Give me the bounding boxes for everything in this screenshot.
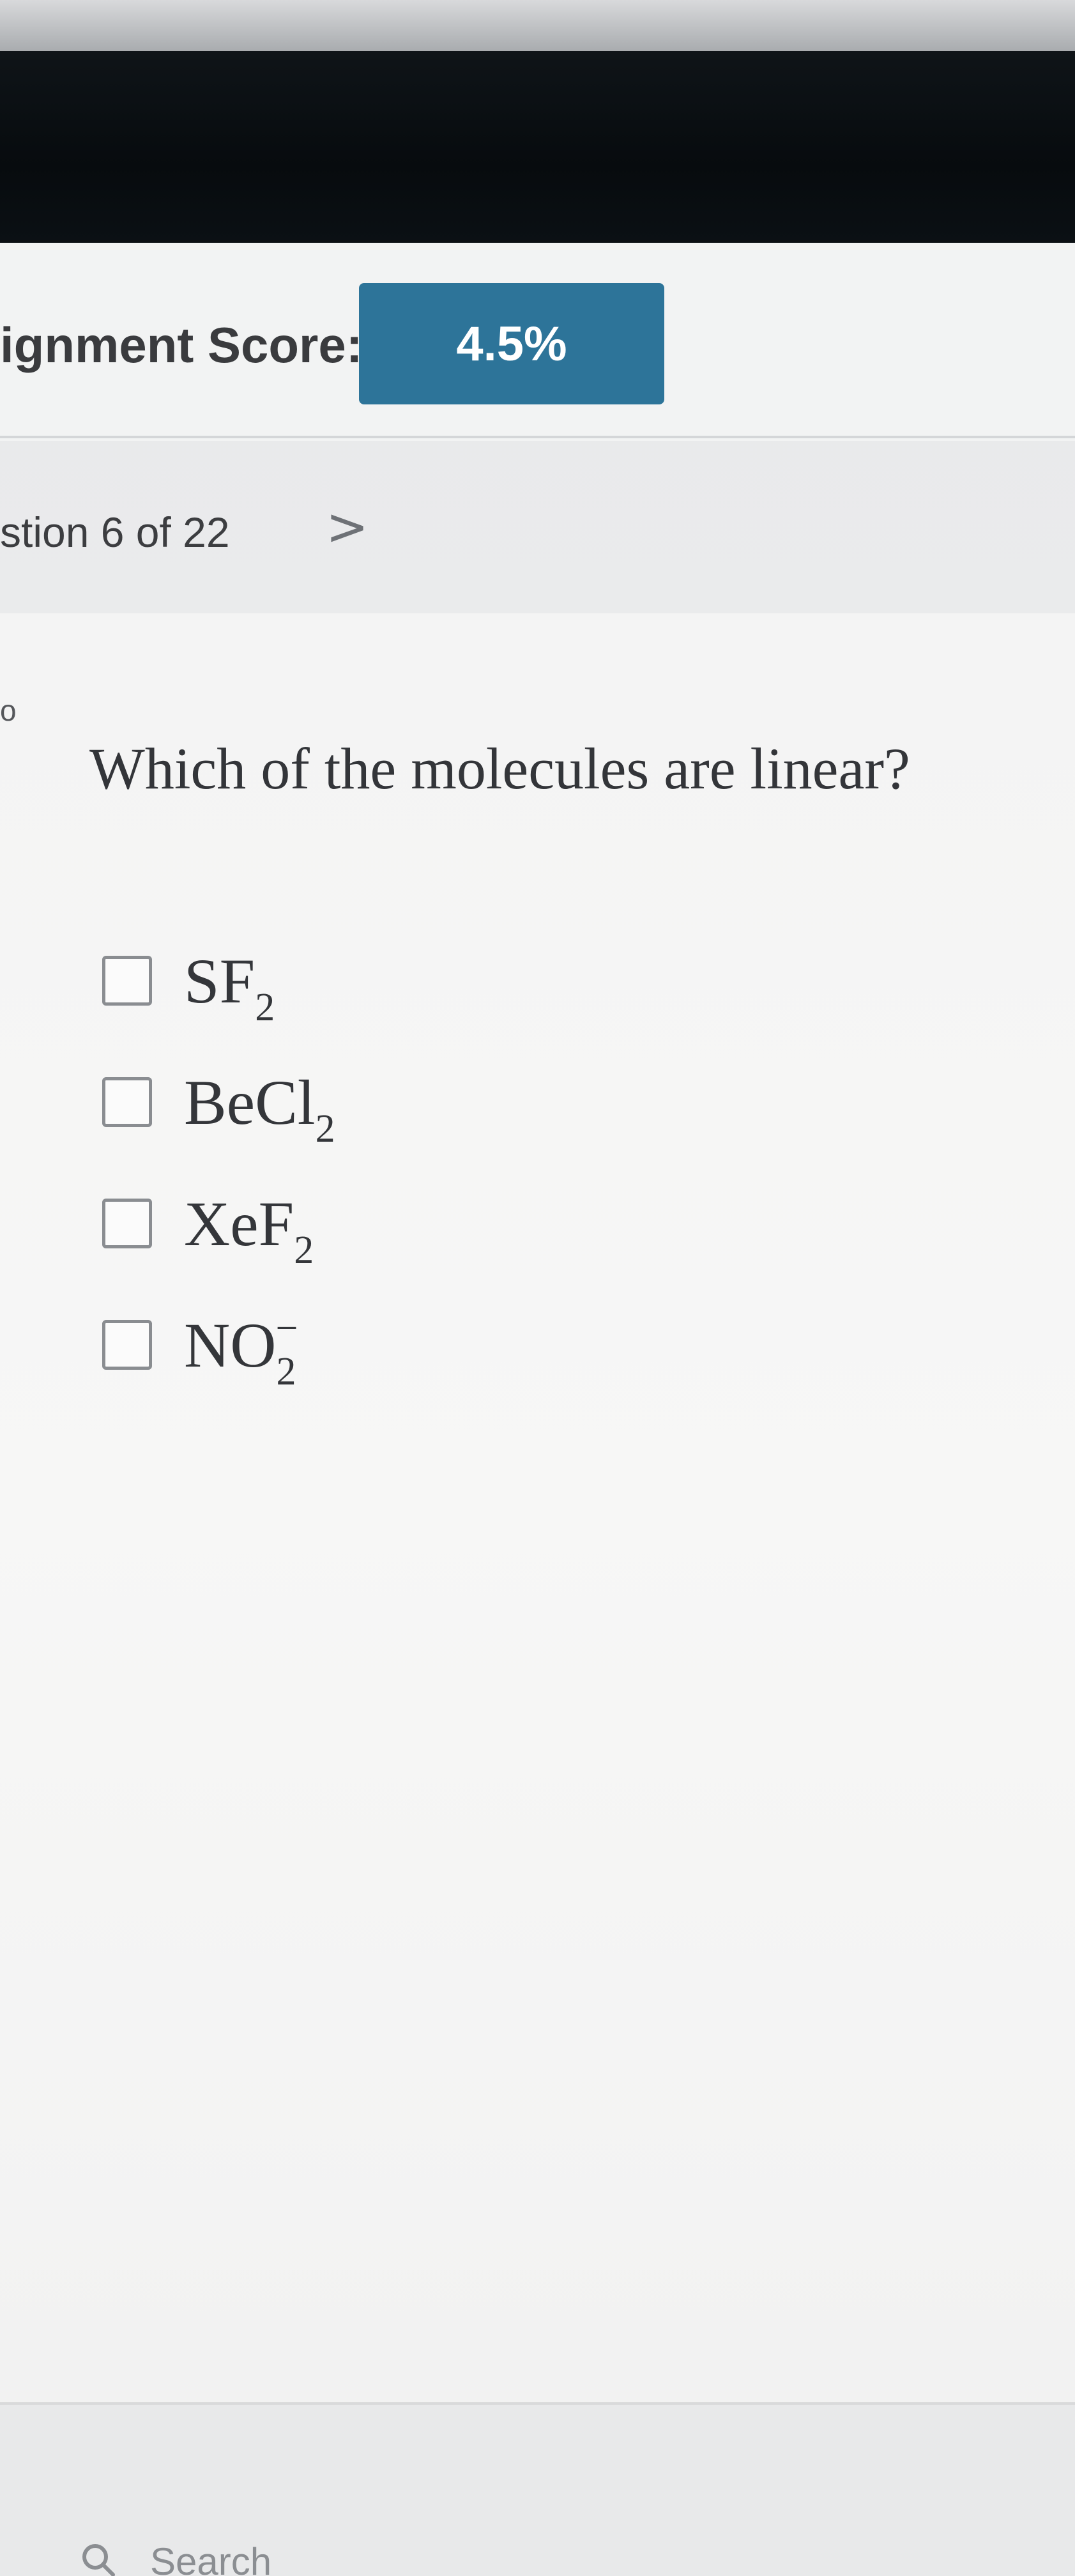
- assignment-score-label: ignment Score:: [0, 317, 363, 373]
- option-xef2[interactable]: XeF2: [102, 1163, 335, 1284]
- search-icon[interactable]: [80, 2542, 116, 2576]
- option-checkbox[interactable]: [102, 1077, 152, 1127]
- answer-options: SF2 BeCl2 XeF2 NO2−: [102, 920, 335, 1406]
- option-sf2[interactable]: SF2: [102, 920, 335, 1041]
- monitor-bezel: [0, 0, 1075, 51]
- edge-mark: o: [0, 694, 17, 727]
- option-checkbox[interactable]: [102, 1199, 152, 1248]
- top-dark-band: [0, 51, 1075, 243]
- option-becl2[interactable]: BeCl2: [102, 1041, 335, 1163]
- option-label: BeCl2: [184, 1066, 335, 1151]
- question-counter: stion 6 of 22: [0, 509, 230, 556]
- header-divider: [0, 436, 1075, 438]
- option-label: SF2: [184, 945, 275, 1029]
- option-checkbox[interactable]: [102, 956, 152, 1006]
- option-checkbox[interactable]: [102, 1320, 152, 1370]
- option-label: XeF2: [184, 1188, 314, 1272]
- question-panel: [0, 613, 1075, 2402]
- option-no2-minus[interactable]: NO2−: [102, 1284, 335, 1406]
- option-label: NO2−: [184, 1306, 298, 1393]
- screen: ignment Score: 4.5% stion 6 of 22 > o Wh…: [0, 0, 1075, 2576]
- chevron-right-icon[interactable]: >: [326, 502, 369, 553]
- score-value: 4.5%: [456, 316, 567, 371]
- score-badge: 4.5%: [359, 283, 664, 404]
- search-input[interactable]: Search: [150, 2540, 271, 2576]
- question-prompt: Which of the molecules are linear?: [89, 736, 910, 801]
